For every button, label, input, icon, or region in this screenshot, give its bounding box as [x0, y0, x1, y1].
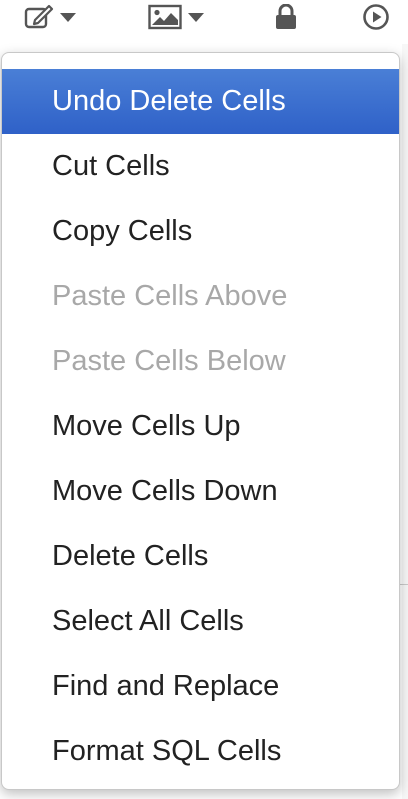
menu-item-paste-cells-above: Paste Cells Above: [52, 280, 288, 312]
menu-item-move-cells-up[interactable]: Move Cells Up: [2, 394, 399, 459]
edit-icon: [24, 4, 54, 30]
lock-icon: [275, 4, 297, 30]
image-menu-button[interactable]: [148, 0, 204, 34]
notebook-toolbar: [0, 0, 408, 44]
menu-item-undo-delete-cells[interactable]: Undo Delete Cells: [2, 69, 399, 134]
menu-item-delete-cells[interactable]: Delete Cells: [2, 524, 399, 589]
edit-menu-button[interactable]: [24, 0, 76, 34]
play-circle-icon: [362, 3, 390, 31]
menu-item-move-cells-down[interactable]: Move Cells Down: [2, 459, 399, 524]
menu-item-paste-cells-below: Paste Cells Below: [52, 345, 286, 377]
menu-item-copy-cells[interactable]: Copy Cells: [2, 199, 399, 264]
chevron-down-icon: [188, 12, 204, 22]
run-button[interactable]: [362, 0, 390, 34]
chevron-down-icon: [60, 12, 76, 22]
notebook-background: [402, 44, 408, 799]
menu-item-format-sql-cells[interactable]: Format SQL Cells: [2, 719, 399, 784]
menu-item-cut-cells[interactable]: Cut Cells: [2, 134, 399, 199]
edit-dropdown-menu: Undo Delete Cells Cut Cells Copy Cells P…: [1, 52, 400, 790]
menu-item-find-and-replace[interactable]: Find and Replace: [2, 654, 399, 719]
notebook-page: Undo Delete Cells Cut Cells Copy Cells P…: [0, 0, 408, 799]
cell-divider: [400, 584, 408, 585]
image-icon: [148, 4, 182, 30]
lock-button[interactable]: [275, 0, 297, 34]
menu-item-select-all-cells[interactable]: Select All Cells: [2, 589, 399, 654]
